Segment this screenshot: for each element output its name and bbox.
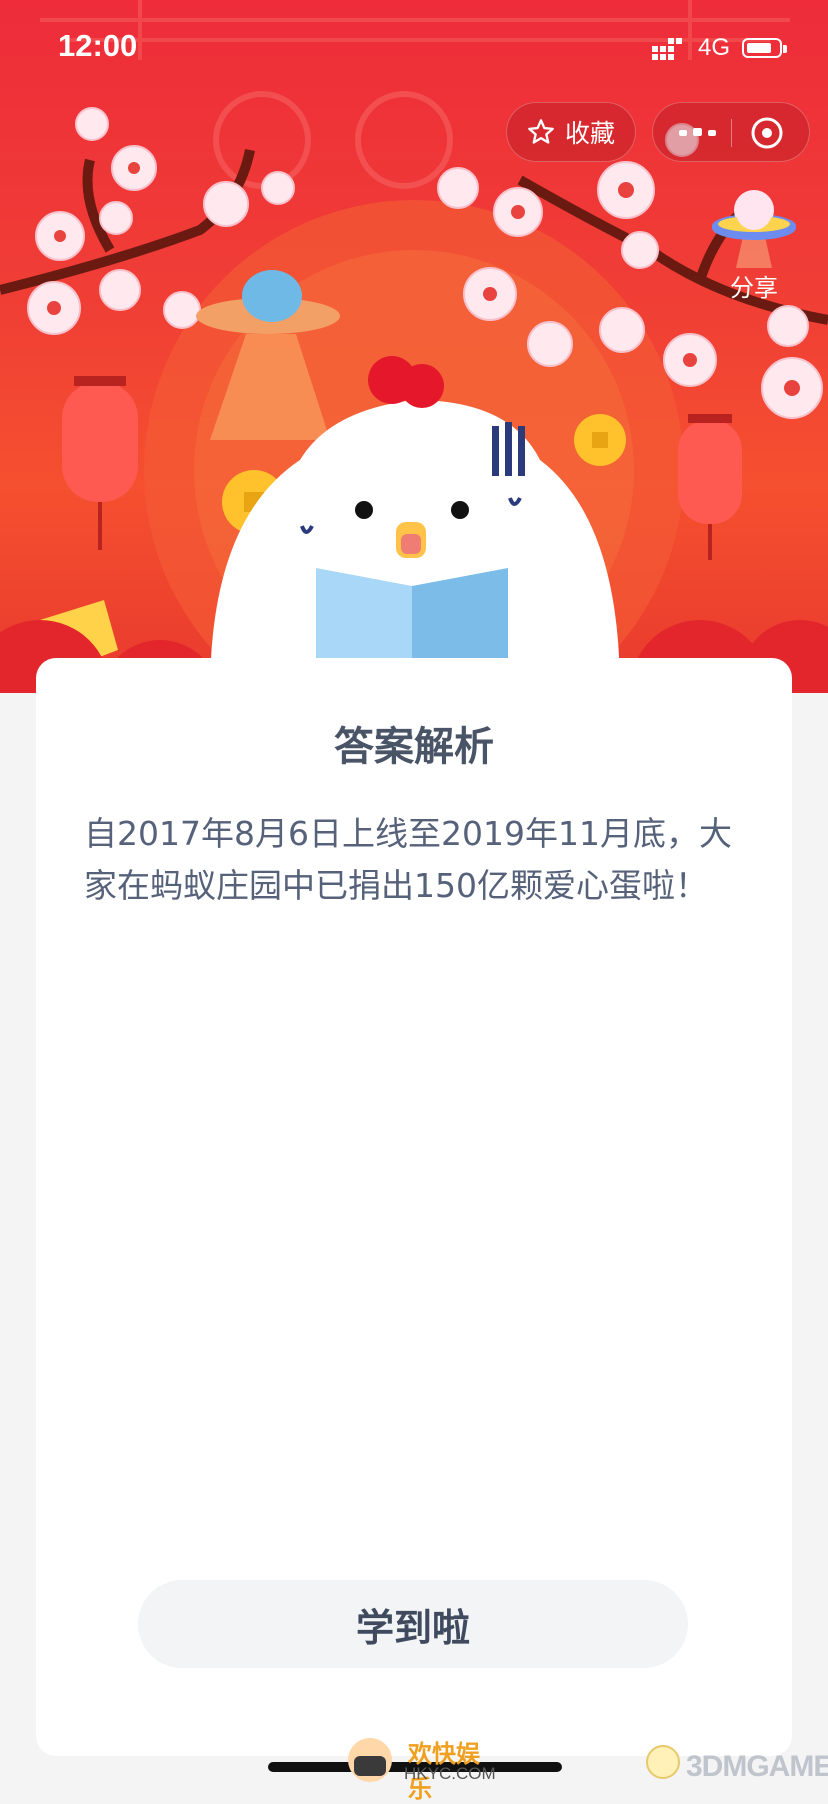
mascot-logo-icon (348, 1738, 392, 1782)
more-dots-icon[interactable] (673, 117, 723, 147)
share-label: 分享 (730, 274, 778, 302)
status-bar: 12:00 4G (0, 0, 828, 100)
watermark-hkyc: 欢快娱乐 HKYC.COM (340, 1730, 500, 1803)
miniapp-capsule (652, 102, 810, 162)
mascot-logo-icon (646, 1745, 680, 1779)
watermark-3dmgame: 3DMGAME (686, 1750, 828, 1783)
favorite-label: 收藏 (564, 119, 615, 148)
status-time: 12:00 (58, 28, 138, 63)
ufo-share-icon (712, 194, 796, 268)
answer-text: 自2017年8月6日上线至2019年11月底，大家在蚂蚁庄园中已捐出150亿颗爱… (84, 814, 732, 905)
favorite-button[interactable]: 收藏 (506, 102, 636, 162)
battery-icon (742, 38, 787, 58)
star-outline-icon (528, 119, 554, 144)
close-circle-icon[interactable] (749, 115, 785, 151)
network-label: 4G (698, 34, 731, 61)
answer-title: 答案解析 (334, 724, 494, 770)
signal-icon (652, 38, 682, 60)
answer-card: 答案解析 自2017年8月6日上线至2019年11月底，大家在蚂蚁庄园中已捐出1… (36, 658, 792, 1756)
share-button[interactable]: 分享 (706, 192, 802, 302)
learned-button[interactable]: 学到啦 (138, 1580, 688, 1668)
capsule-divider (731, 119, 732, 147)
watermark-3dm: 3DMGAME (640, 1736, 828, 1792)
watermark-url: HKYC.COM (404, 1764, 496, 1783)
